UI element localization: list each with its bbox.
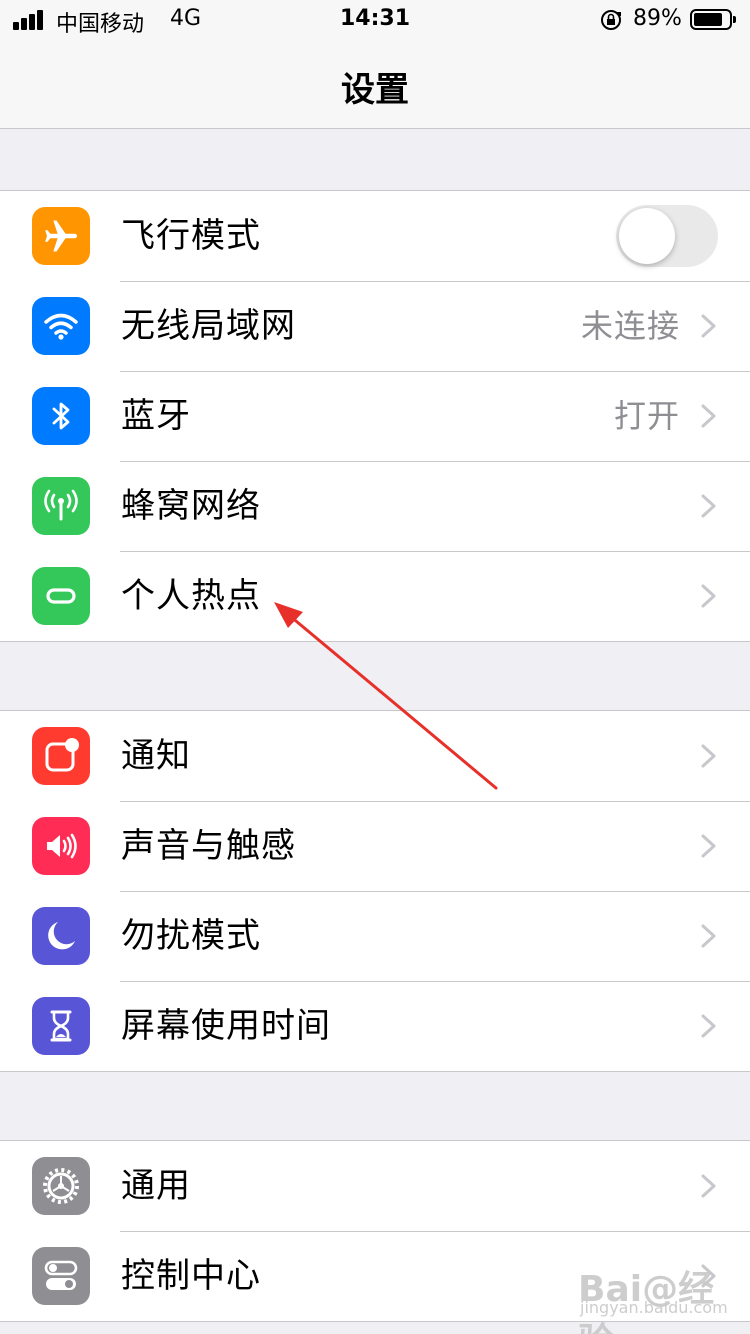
settings-row-cellular[interactable]: 蜂窝网络 [0, 461, 750, 551]
settings-row-screen-time[interactable]: 屏幕使用时间 [0, 981, 750, 1071]
sound-icon [32, 817, 90, 875]
settings-row-label: 通知 [121, 736, 191, 776]
chevron-right-icon [701, 744, 716, 768]
watermark-url: jingyan.baidu.com [580, 1298, 728, 1317]
settings-row-airplane-mode[interactable]: 飞行模式 [0, 191, 750, 281]
battery-icon [690, 9, 736, 30]
settings-row-label: 蓝牙 [121, 396, 191, 436]
settings-row-label: 无线局域网 [121, 306, 296, 346]
settings-row-label: 个人热点 [121, 576, 261, 616]
bluetooth-icon [32, 387, 90, 445]
settings-row-label: 通用 [121, 1166, 191, 1206]
battery-percent: 89% [633, 6, 682, 31]
chevron-right-icon [701, 584, 716, 608]
settings-row-label: 蜂窝网络 [121, 486, 261, 526]
airplane-icon [32, 207, 90, 265]
top-bar: 中国移动 4G 14:31 89% 设置 [0, 0, 750, 129]
cellular-icon [32, 477, 90, 535]
chevron-right-icon [701, 924, 716, 948]
moon-icon [32, 907, 90, 965]
chevron-right-icon [701, 834, 716, 858]
airplane-mode-toggle[interactable] [616, 205, 718, 267]
settings-row-do-not-disturb[interactable]: 勿扰模式 [0, 891, 750, 981]
hotspot-icon [32, 567, 90, 625]
settings-row-label: 勿扰模式 [121, 916, 261, 956]
settings-group-connectivity: 飞行模式 无线局域网 未连接 蓝牙 打开 蜂窝网络 个人热点 [0, 190, 750, 642]
settings-row-label: 控制中心 [121, 1256, 261, 1296]
settings-row-label: 声音与触感 [121, 826, 296, 866]
status-bar: 中国移动 4G 14:31 89% [0, 0, 750, 40]
chevron-right-icon [701, 494, 716, 518]
gear-icon [32, 1157, 90, 1215]
wifi-status-value: 未连接 [580, 307, 680, 345]
wifi-icon [32, 297, 90, 355]
baidu-watermark: Bai@经验 jingyan.baidu.com [578, 1260, 750, 1334]
notifications-icon [32, 727, 90, 785]
settings-row-label: 飞行模式 [121, 216, 261, 256]
watermark-logo: Bai@经验 [578, 1269, 715, 1334]
settings-row-personal-hotspot[interactable]: 个人热点 [0, 551, 750, 641]
page-title: 设置 [341, 70, 409, 110]
settings-row-label: 屏幕使用时间 [121, 1006, 331, 1046]
settings-row-general[interactable]: 通用 [0, 1141, 750, 1231]
settings-screen: 中国移动 4G 14:31 89% 设置 飞行模式 无线局域网 未连接 蓝牙 打… [0, 0, 750, 1334]
rotation-lock-icon [601, 10, 621, 30]
chevron-right-icon [701, 314, 716, 338]
settings-group-notifications: 通知 声音与触感 勿扰模式 屏幕使用时间 [0, 710, 750, 1072]
settings-row-wifi[interactable]: 无线局域网 未连接 [0, 281, 750, 371]
hourglass-icon [32, 997, 90, 1055]
chevron-right-icon [701, 1014, 716, 1038]
chevron-right-icon [701, 404, 716, 428]
chevron-right-icon [701, 1174, 716, 1198]
bluetooth-status-value: 打开 [613, 397, 680, 435]
settings-row-notifications[interactable]: 通知 [0, 711, 750, 801]
switches-icon [32, 1247, 90, 1305]
settings-row-sounds-haptics[interactable]: 声音与触感 [0, 801, 750, 891]
settings-row-bluetooth[interactable]: 蓝牙 打开 [0, 371, 750, 461]
